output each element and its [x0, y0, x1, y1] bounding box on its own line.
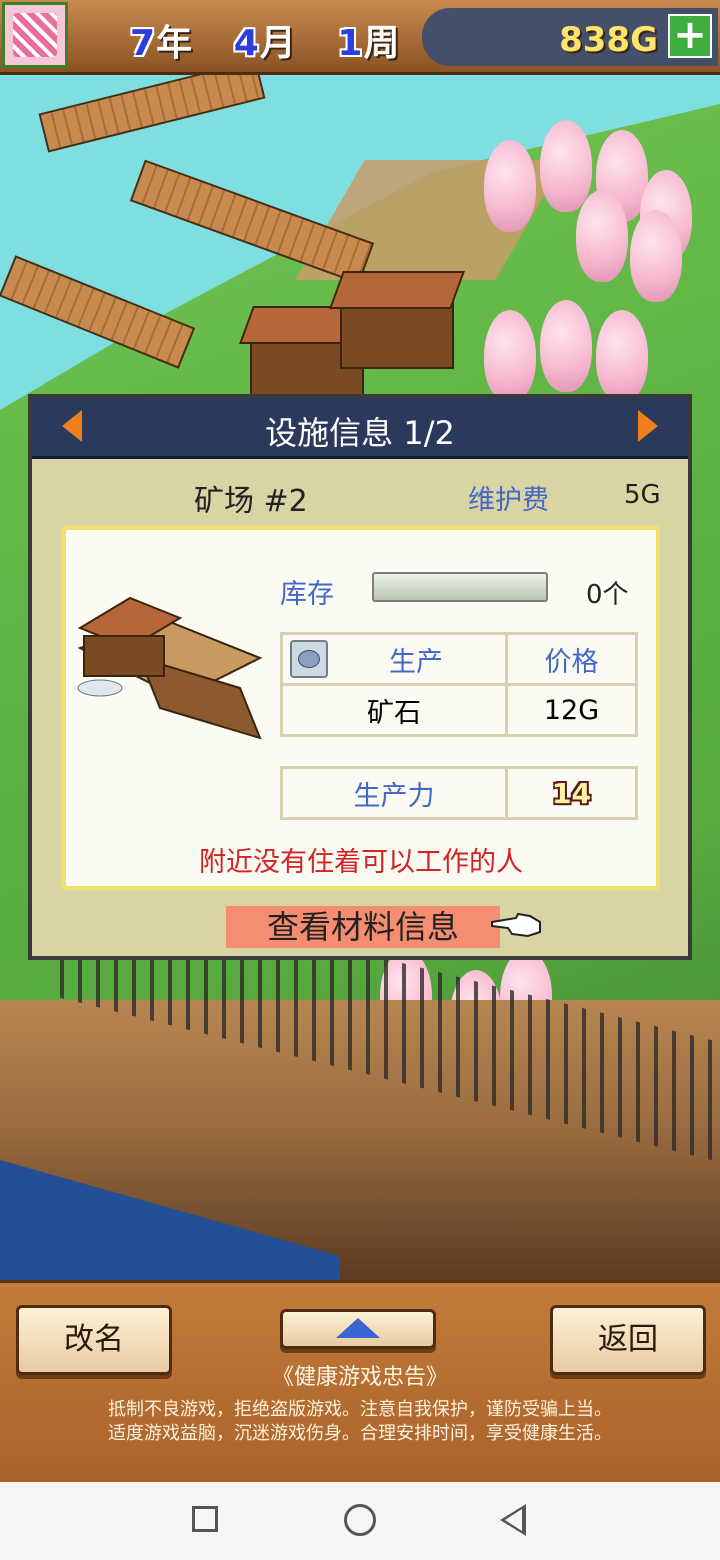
stock-bar: [372, 572, 548, 602]
health-notice-line2: 适度游戏益脑，沉迷游戏伤身。合理安排时间，享受健康生活。: [108, 1423, 612, 1444]
expand-button[interactable]: [280, 1309, 436, 1349]
mine-building-icon: [77, 596, 263, 740]
cherry-tree: [484, 140, 536, 232]
arrow-right-icon[interactable]: [638, 410, 658, 442]
money-value: 838G: [559, 20, 658, 60]
stock-value: 0个: [586, 580, 629, 610]
production-item: 矿石: [280, 683, 508, 737]
price-header: 价格: [505, 632, 638, 686]
facility-name: 矿场 #2: [194, 484, 308, 519]
money-display: 838G +: [422, 8, 718, 66]
power-value: 14: [552, 776, 591, 810]
top-status-bar: 7年 4月 1周 838G +: [0, 0, 720, 75]
avatar[interactable]: [2, 2, 68, 68]
facility-detail-panel: 库存 0个 生产 价格 矿石 12G 生产力 14 附近没有住着可以工作的人: [62, 526, 660, 890]
month-number: 4: [233, 23, 260, 64]
power-label: 生产力: [280, 766, 508, 820]
dialog-header: 设施信息 1/2: [32, 398, 688, 459]
cherry-tree: [484, 310, 536, 402]
game-date: 7年 4月 1周: [130, 14, 400, 66]
power-table: 生产力 14: [280, 766, 638, 820]
cherry-tree: [576, 190, 628, 282]
house[interactable]: [340, 295, 454, 369]
facility-info-dialog: 设施信息 1/2 矿场 #2 维护费 5G 库存 0个 生产 价格 矿石 12G…: [28, 394, 692, 960]
production-price: 12G: [505, 683, 638, 737]
bottom-panel: 改名 返回 《健康游戏忠告》 抵制不良游戏，拒绝盗版游戏。注意自我保护，谨防受骗…: [0, 1280, 720, 1485]
view-material-button[interactable]: 查看材料信息: [226, 906, 500, 948]
year-number: 7: [130, 23, 157, 64]
stock-label: 库存: [280, 579, 334, 610]
back-triangle-icon[interactable]: [500, 1504, 526, 1536]
dialog-title: 设施信息 1/2: [265, 414, 455, 452]
cherry-blossom-icon: [13, 13, 57, 57]
cherry-tree: [630, 210, 682, 302]
home-icon[interactable]: [344, 1504, 376, 1536]
week-unit: 周: [363, 23, 401, 64]
month-unit: 月: [259, 23, 297, 64]
cherry-tree: [540, 120, 592, 212]
week-number: 1: [337, 23, 364, 64]
ore-icon: [290, 639, 328, 678]
recent-apps-icon[interactable]: [192, 1506, 218, 1532]
cherry-tree: [540, 300, 592, 392]
warning-text: 附近没有住着可以工作的人: [199, 847, 523, 878]
pointing-hand-icon: [491, 912, 541, 938]
maintenance-value: 5G: [624, 480, 661, 510]
power-cell: 14: [505, 766, 638, 820]
health-notice-line1: 抵制不良游戏，拒绝盗版游戏。注意自我保护，谨防受骗上当。: [108, 1399, 612, 1420]
maintenance-label: 维护费: [468, 485, 549, 516]
production-header-cell: 生产: [280, 632, 508, 686]
triangle-up-icon: [336, 1318, 380, 1338]
production-table: 生产 价格 矿石 12G: [280, 632, 638, 737]
plus-icon[interactable]: +: [668, 14, 712, 58]
year-unit: 年: [156, 23, 194, 64]
produce-header: 生产: [389, 646, 443, 678]
health-notice-title: 《健康游戏忠告》: [271, 1365, 448, 1390]
cherry-tree: [596, 310, 648, 402]
system-nav-bar: [0, 1482, 720, 1560]
